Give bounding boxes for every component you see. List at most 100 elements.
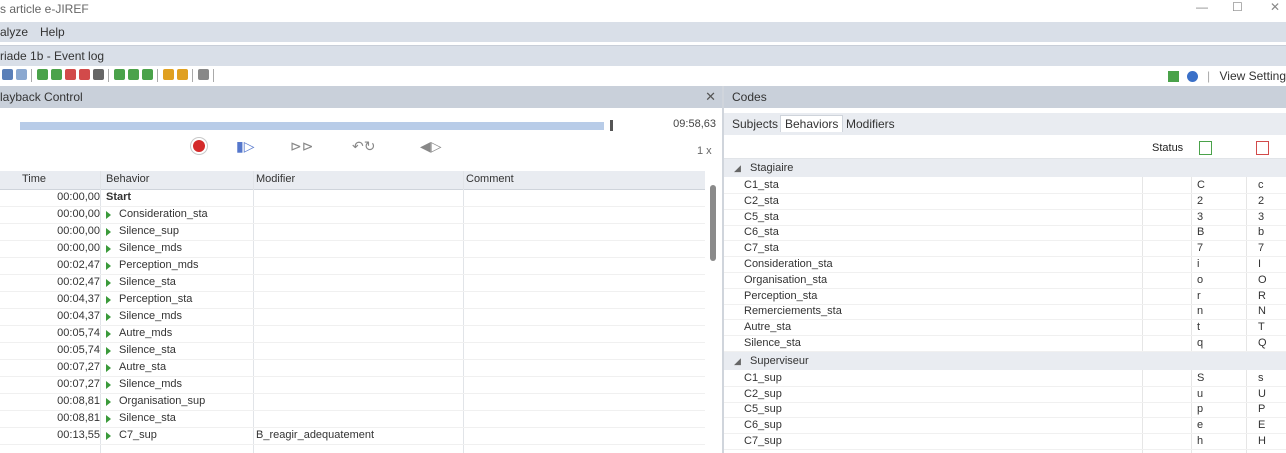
play-arrow-icon: [106, 432, 111, 440]
codes-tabs: Subjects Behaviors Modifiers: [724, 113, 1286, 135]
table-row[interactable]: 00:04,37 Silence_mds: [0, 309, 705, 326]
document-tab[interactable]: riade 1b - Event log: [0, 45, 1286, 66]
play-arrow-icon: [106, 398, 111, 406]
collapse-icon[interactable]: ◢: [734, 163, 741, 174]
save-icon[interactable]: [2, 69, 13, 80]
frame-step-icon[interactable]: ◀▷: [420, 138, 442, 155]
table-row[interactable]: 00:08,81 Silence_sta: [0, 411, 705, 428]
undo-redo-icon[interactable]: ↶↻: [352, 138, 375, 155]
tab-modifiers[interactable]: Modifiers: [846, 117, 895, 131]
group-row[interactable]: ◢ Superviseur: [724, 351, 1286, 370]
list-item[interactable]: C2_sup u U: [724, 387, 1286, 403]
column-status[interactable]: Status: [1152, 142, 1183, 154]
minimize-button[interactable]: —: [1196, 0, 1208, 14]
collapse-icon[interactable]: ◢: [734, 356, 741, 367]
table-row[interactable]: 00:13,55 C7_sup B_reagir_adequatement: [0, 428, 705, 445]
list-item[interactable]: Consideration_sta i I: [724, 257, 1286, 273]
play-arrow-icon: [106, 364, 111, 372]
table-row[interactable]: 00:00,00 Consideration_sta: [0, 207, 705, 224]
event-behavior: Silence_sta: [119, 276, 176, 288]
stop-key-icon: [1256, 141, 1269, 155]
table-row[interactable]: 00:00,00 Silence_sup: [0, 224, 705, 241]
tab-behaviors[interactable]: Behaviors: [780, 115, 844, 132]
playback-speed[interactable]: 1 x: [697, 145, 712, 157]
remove-event-icon[interactable]: [65, 69, 76, 80]
close-button[interactable]: ✕: [1270, 0, 1280, 14]
stop-key: b: [1258, 226, 1265, 239]
close-icon[interactable]: ✕: [705, 89, 716, 105]
table-row[interactable]: 00:07,27 Silence_mds: [0, 377, 705, 394]
list-item[interactable]: C7_sta 7 7: [724, 241, 1286, 258]
table-row[interactable]: 00:00,00 Silence_mds: [0, 241, 705, 258]
next-icon[interactable]: [1168, 71, 1180, 83]
event-log-scrollbar[interactable]: [710, 185, 716, 261]
delete-event-icon[interactable]: [79, 69, 90, 80]
add-event-icon[interactable]: [37, 69, 48, 80]
stop-key: T: [1258, 321, 1265, 334]
playback-position-marker[interactable]: [610, 120, 613, 131]
go-to-icon[interactable]: [142, 69, 153, 80]
view-settings-button[interactable]: View Setting: [1220, 69, 1286, 83]
list-item[interactable]: C7_sup h H: [724, 434, 1286, 450]
event-behavior: C7_sup: [119, 429, 157, 441]
play-pause-icon[interactable]: ▮▷: [236, 138, 254, 155]
insert-event-icon[interactable]: [51, 69, 62, 80]
behavior-code-name: C5_sup: [744, 403, 782, 416]
table-row[interactable]: 00:07,27 Autre_sta: [0, 360, 705, 377]
step-forward-icon[interactable]: ⊳⊳: [290, 138, 313, 155]
event-behavior: Perception_mds: [119, 259, 199, 271]
export-icon[interactable]: [163, 69, 174, 80]
list-item[interactable]: Silence_sta q Q: [724, 336, 1286, 352]
list-item[interactable]: Autre_sta t T: [724, 320, 1286, 337]
column-behavior[interactable]: Behavior: [106, 173, 149, 185]
event-time: 00:08,81: [57, 395, 100, 407]
list-item[interactable]: C6_sta Bb: [724, 225, 1286, 242]
play-arrow-icon: [106, 211, 111, 219]
maximize-button[interactable]: ☐: [1232, 0, 1243, 14]
list-item[interactable]: C1_sta Cc: [724, 178, 1286, 194]
list-item[interactable]: Organisation_sta o O: [724, 273, 1286, 289]
table-row[interactable]: 00:05,74 Silence_sta: [0, 343, 705, 360]
chart-icon[interactable]: [198, 69, 209, 80]
playback-progress-bar[interactable]: [20, 122, 604, 130]
event-time: 00:00,00: [57, 208, 100, 220]
list-item[interactable]: C5_sta 3 3: [724, 210, 1286, 226]
list-item[interactable]: C2_sta 2 2: [724, 194, 1286, 210]
column-time[interactable]: Time: [22, 173, 46, 185]
stop-key: N: [1258, 305, 1266, 318]
zoom-out-icon[interactable]: [128, 69, 139, 80]
column-comment[interactable]: Comment: [466, 173, 514, 185]
event-time: 00:02,47: [57, 259, 100, 271]
table-row[interactable]: 00:08,81 Organisation_sup: [0, 394, 705, 411]
table-row[interactable]: 00:02,47 Perception_mds: [0, 258, 705, 275]
filter-icon[interactable]: [93, 69, 104, 80]
list-item[interactable]: C6_sup e E: [724, 418, 1286, 435]
table-row[interactable]: 00:05,74 Autre_mds: [0, 326, 705, 343]
group-row[interactable]: ◢ Stagiaire: [724, 159, 1286, 177]
column-modifier[interactable]: Modifier: [256, 173, 295, 185]
record-button[interactable]: [193, 140, 205, 152]
stop-key: P: [1258, 403, 1266, 416]
play-arrow-icon: [106, 228, 111, 236]
help-icon[interactable]: [1186, 71, 1198, 83]
behavior-code-name: C6_sup: [744, 419, 782, 432]
toolbar-divider: [213, 69, 214, 82]
behavior-code-name: Autre_sta: [744, 321, 792, 334]
import-icon[interactable]: [177, 69, 188, 80]
tab-subjects[interactable]: Subjects: [732, 117, 778, 131]
list-item[interactable]: Remerciements_sta n N: [724, 304, 1286, 321]
behavior-code-name: C1_sta: [744, 179, 779, 191]
open-icon[interactable]: [16, 69, 27, 80]
list-item[interactable]: Perception_sta r R: [724, 289, 1286, 305]
menu-analyze[interactable]: alyze: [0, 25, 28, 39]
menu-help[interactable]: Help: [40, 25, 65, 39]
table-row[interactable]: 00:04,37 Perception_sta: [0, 292, 705, 309]
stop-key: s: [1258, 371, 1264, 384]
table-row[interactable]: 00:00,00 Start: [0, 190, 705, 207]
list-item[interactable]: C1_sup Ss: [724, 371, 1286, 387]
list-item[interactable]: C5_sup p P: [724, 402, 1286, 419]
event-behavior: Silence_mds: [119, 378, 182, 390]
behavior-code-name: C1_sup: [744, 371, 782, 384]
zoom-in-icon[interactable]: [114, 69, 125, 80]
table-row[interactable]: 00:02,47 Silence_sta: [0, 275, 705, 292]
